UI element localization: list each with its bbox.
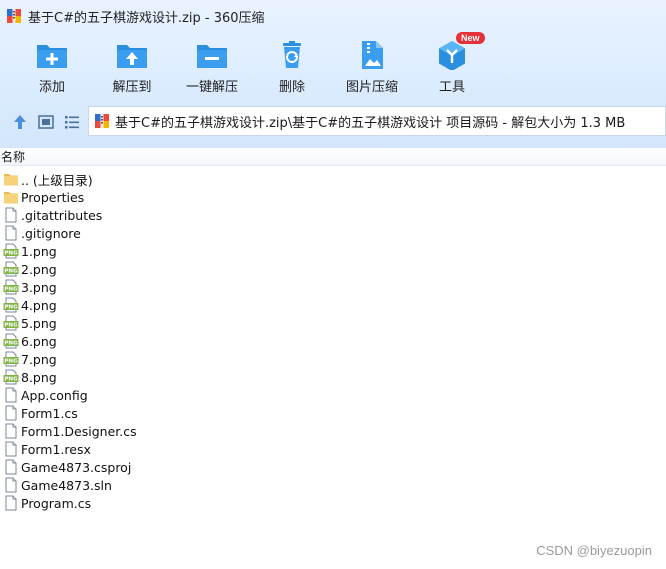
list-item[interactable]: .gitignore <box>0 224 300 242</box>
png-file-icon: PNG <box>3 333 19 349</box>
file-list: .. (上级目录) Properties .gitattributes .gitign… <box>0 170 300 512</box>
list-item[interactable]: Properties <box>0 188 300 206</box>
file-name: Program.cs <box>21 495 92 511</box>
png-file-icon: PNG <box>3 315 19 331</box>
file-name: 1.png <box>21 243 57 259</box>
svg-text:PNG: PNG <box>4 305 18 311</box>
file-name: 3.png <box>21 279 57 295</box>
list-item[interactable]: PNG 8.png <box>0 368 300 386</box>
file-icon <box>3 423 19 439</box>
one-click-extract-icon <box>197 45 227 68</box>
path-text: 基于C#的五子棋游戏设计.zip\基于C#的五子棋游戏设计 项目源码 - 解包大… <box>115 115 626 131</box>
svg-text:PNG: PNG <box>4 287 18 293</box>
list-view-icon[interactable] <box>63 113 81 131</box>
png-file-icon: PNG <box>3 243 19 259</box>
image-compress-icon <box>362 41 383 69</box>
list-item[interactable]: Game4873.sln <box>0 476 300 494</box>
svg-text:PNG: PNG <box>4 323 18 329</box>
file-name: .gitignore <box>21 225 81 241</box>
column-header-name[interactable]: 名称 <box>0 148 666 166</box>
file-name: 4.png <box>21 297 57 313</box>
file-name: Form1.resx <box>21 441 91 457</box>
file-icon <box>3 387 19 403</box>
file-name: App.config <box>21 387 88 403</box>
thumbnail-view-icon[interactable] <box>37 113 55 131</box>
file-name: Form1.cs <box>21 405 78 421</box>
folder-icon <box>3 189 19 205</box>
file-name: 6.png <box>21 333 57 349</box>
archive-icon <box>94 113 110 129</box>
svg-text:PNG: PNG <box>4 251 18 257</box>
delete-icon <box>283 41 301 68</box>
list-item[interactable]: Game4873.csproj <box>0 458 300 476</box>
one-click-extract-button[interactable]: 一键解压 <box>172 40 252 95</box>
list-item[interactable]: Form1.resx <box>0 440 300 458</box>
file-name: 2.png <box>21 261 57 277</box>
png-file-icon: PNG <box>3 279 19 295</box>
file-name: 5.png <box>21 315 57 331</box>
file-name: 7.png <box>21 351 57 367</box>
add-label: 添加 <box>38 80 65 95</box>
svg-text:PNG: PNG <box>4 377 18 383</box>
list-item[interactable]: Form1.cs <box>0 404 300 422</box>
delete-label: 删除 <box>278 80 305 95</box>
list-item[interactable]: PNG 4.png <box>0 296 300 314</box>
list-item[interactable]: PNG 1.png <box>0 242 300 260</box>
file-icon <box>3 477 19 493</box>
file-name: .gitattributes <box>21 207 103 223</box>
png-file-icon: PNG <box>3 261 19 277</box>
png-file-icon: PNG <box>3 297 19 313</box>
path-bar[interactable]: 基于C#的五子棋游戏设计.zip\基于C#的五子棋游戏设计 项目源码 - 解包大… <box>88 106 666 136</box>
png-file-icon: PNG <box>3 351 19 367</box>
up-arrow-icon[interactable] <box>11 113 29 131</box>
file-icon <box>3 207 19 223</box>
list-item[interactable]: .. (上级目录) <box>0 170 300 188</box>
add-folder-icon <box>37 45 67 68</box>
list-item[interactable]: .gitattributes <box>0 206 300 224</box>
file-name: Properties <box>21 189 85 205</box>
list-item[interactable]: App.config <box>0 386 300 404</box>
window-title: 基于C#的五子棋游戏设计.zip - 360压缩 <box>28 10 265 26</box>
new-badge: New <box>456 32 485 44</box>
png-file-icon: PNG <box>3 369 19 385</box>
toolbar: 添加 解压到 一键解压 删除 图片压缩 New 工具 <box>0 32 666 96</box>
image-compress-label: 图片压缩 <box>345 80 398 95</box>
file-icon <box>3 405 19 421</box>
tools-icon <box>439 41 465 70</box>
file-name: 8.png <box>21 369 57 385</box>
svg-text:PNG: PNG <box>4 359 18 365</box>
file-icon <box>3 495 19 511</box>
list-item[interactable]: PNG 2.png <box>0 260 300 278</box>
file-icon <box>3 225 19 241</box>
top-panel: 基于C#的五子棋游戏设计.zip - 360压缩 添加 解压到 一键解压 删除 … <box>0 0 666 148</box>
tools-label: 工具 <box>438 80 465 95</box>
file-name: Game4873.csproj <box>21 459 132 475</box>
list-item[interactable]: Form1.Designer.cs <box>0 422 300 440</box>
list-item[interactable]: PNG 6.png <box>0 332 300 350</box>
file-name: Form1.Designer.cs <box>21 423 137 439</box>
file-name: Game4873.sln <box>21 477 112 493</box>
file-icon <box>3 441 19 457</box>
svg-text:PNG: PNG <box>4 269 18 275</box>
folder-icon <box>3 171 19 187</box>
archive-logo-icon <box>6 8 22 24</box>
list-item[interactable]: PNG 7.png <box>0 350 300 368</box>
title-bar: 基于C#的五子棋游戏设计.zip - 360压缩 <box>6 6 265 26</box>
one-click-extract-label: 一键解压 <box>185 80 238 95</box>
image-compress-button[interactable]: 图片压缩 <box>332 40 412 95</box>
file-icon <box>3 459 19 475</box>
extract-to-icon <box>117 45 147 68</box>
list-item[interactable]: PNG 5.png <box>0 314 300 332</box>
svg-text:PNG: PNG <box>4 341 18 347</box>
extract-to-button[interactable]: 解压到 <box>92 40 172 95</box>
extract-to-label: 解压到 <box>112 80 152 95</box>
add-button[interactable]: 添加 <box>12 40 92 95</box>
navigation-bar: 基于C#的五子棋游戏设计.zip\基于C#的五子棋游戏设计 项目源码 - 解包大… <box>0 106 666 138</box>
delete-button[interactable]: 删除 <box>252 40 332 95</box>
list-item[interactable]: Program.cs <box>0 494 300 512</box>
list-item[interactable]: PNG 3.png <box>0 278 300 296</box>
file-name: .. (上级目录) <box>21 172 93 188</box>
watermark: CSDN @biyezuopin <box>536 543 652 558</box>
tools-button[interactable]: New 工具 <box>412 32 492 95</box>
